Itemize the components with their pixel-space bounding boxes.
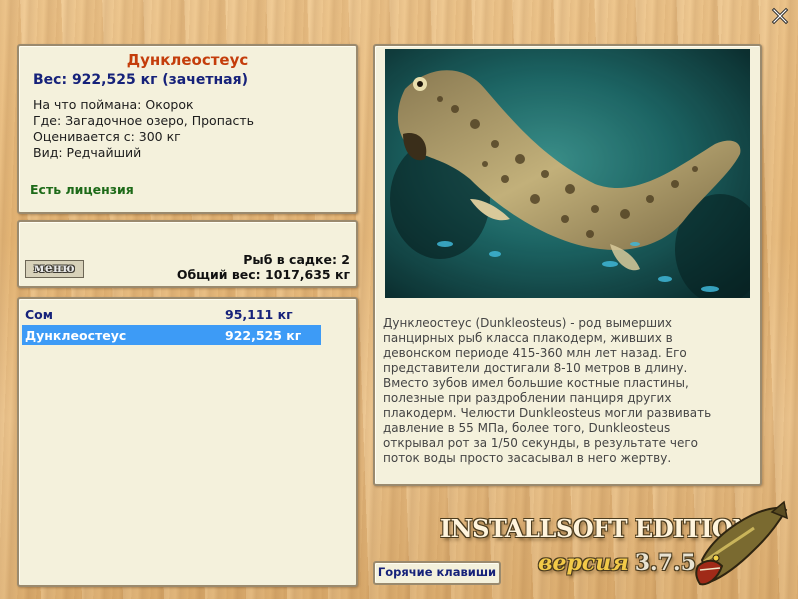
pike-logo: [695, 500, 788, 586]
menu-button[interactable]: меню: [25, 260, 84, 278]
list-item-weight: 922,525 кг: [225, 328, 302, 343]
license-status: Есть лицензия: [30, 182, 134, 197]
description-panel: Дунклеостеус (Dunkleosteus) - род вымерш…: [373, 44, 762, 486]
fish-info-panel: Дунклеостеус Вес: 922,525 кг (зачетная) …: [17, 44, 358, 214]
version-word: версия: [538, 550, 629, 576]
list-item[interactable]: Сом 95,111 кг: [22, 304, 321, 324]
list-item-selected[interactable]: Дунклеостеус 922,525 кг: [22, 325, 321, 345]
fish-bait: На что поймана: Окорок: [33, 97, 194, 112]
version-number: 3.7.5: [634, 550, 696, 576]
fish-description: Дунклеостеус (Dunkleosteus) - род вымерш…: [383, 316, 712, 465]
stats-panel: меню Рыб в садке: 2 Общий вес: 1017,635 …: [17, 220, 358, 288]
list-item-weight: 95,111 кг: [225, 307, 293, 322]
close-icon[interactable]: [770, 6, 790, 26]
total-weight: Общий вес: 1017,635 кг: [176, 267, 350, 282]
hotkeys-button[interactable]: Горячие клавиши: [373, 561, 501, 585]
list-item-name: Дунклеостеус: [25, 328, 127, 343]
version-label: версия 3.7.5: [538, 550, 696, 576]
fish-count: Рыб в садке: 2: [243, 252, 350, 267]
fish-location: Где: Загадочное озеро, Пропасть: [33, 113, 255, 128]
fish-weight: Вес: 922,525 кг (зачетная): [33, 72, 248, 88]
fish-rarity: Вид: Редчайший: [33, 145, 142, 160]
catch-list-panel: Сом 95,111 кг Дунклеостеус 922,525 кг: [17, 297, 358, 587]
fish-value: Оценивается с: 300 кг: [33, 129, 181, 144]
fish-name: Дунклеостеус: [126, 51, 249, 69]
list-item-name: Сом: [25, 307, 53, 322]
fish-photo: [385, 49, 750, 298]
